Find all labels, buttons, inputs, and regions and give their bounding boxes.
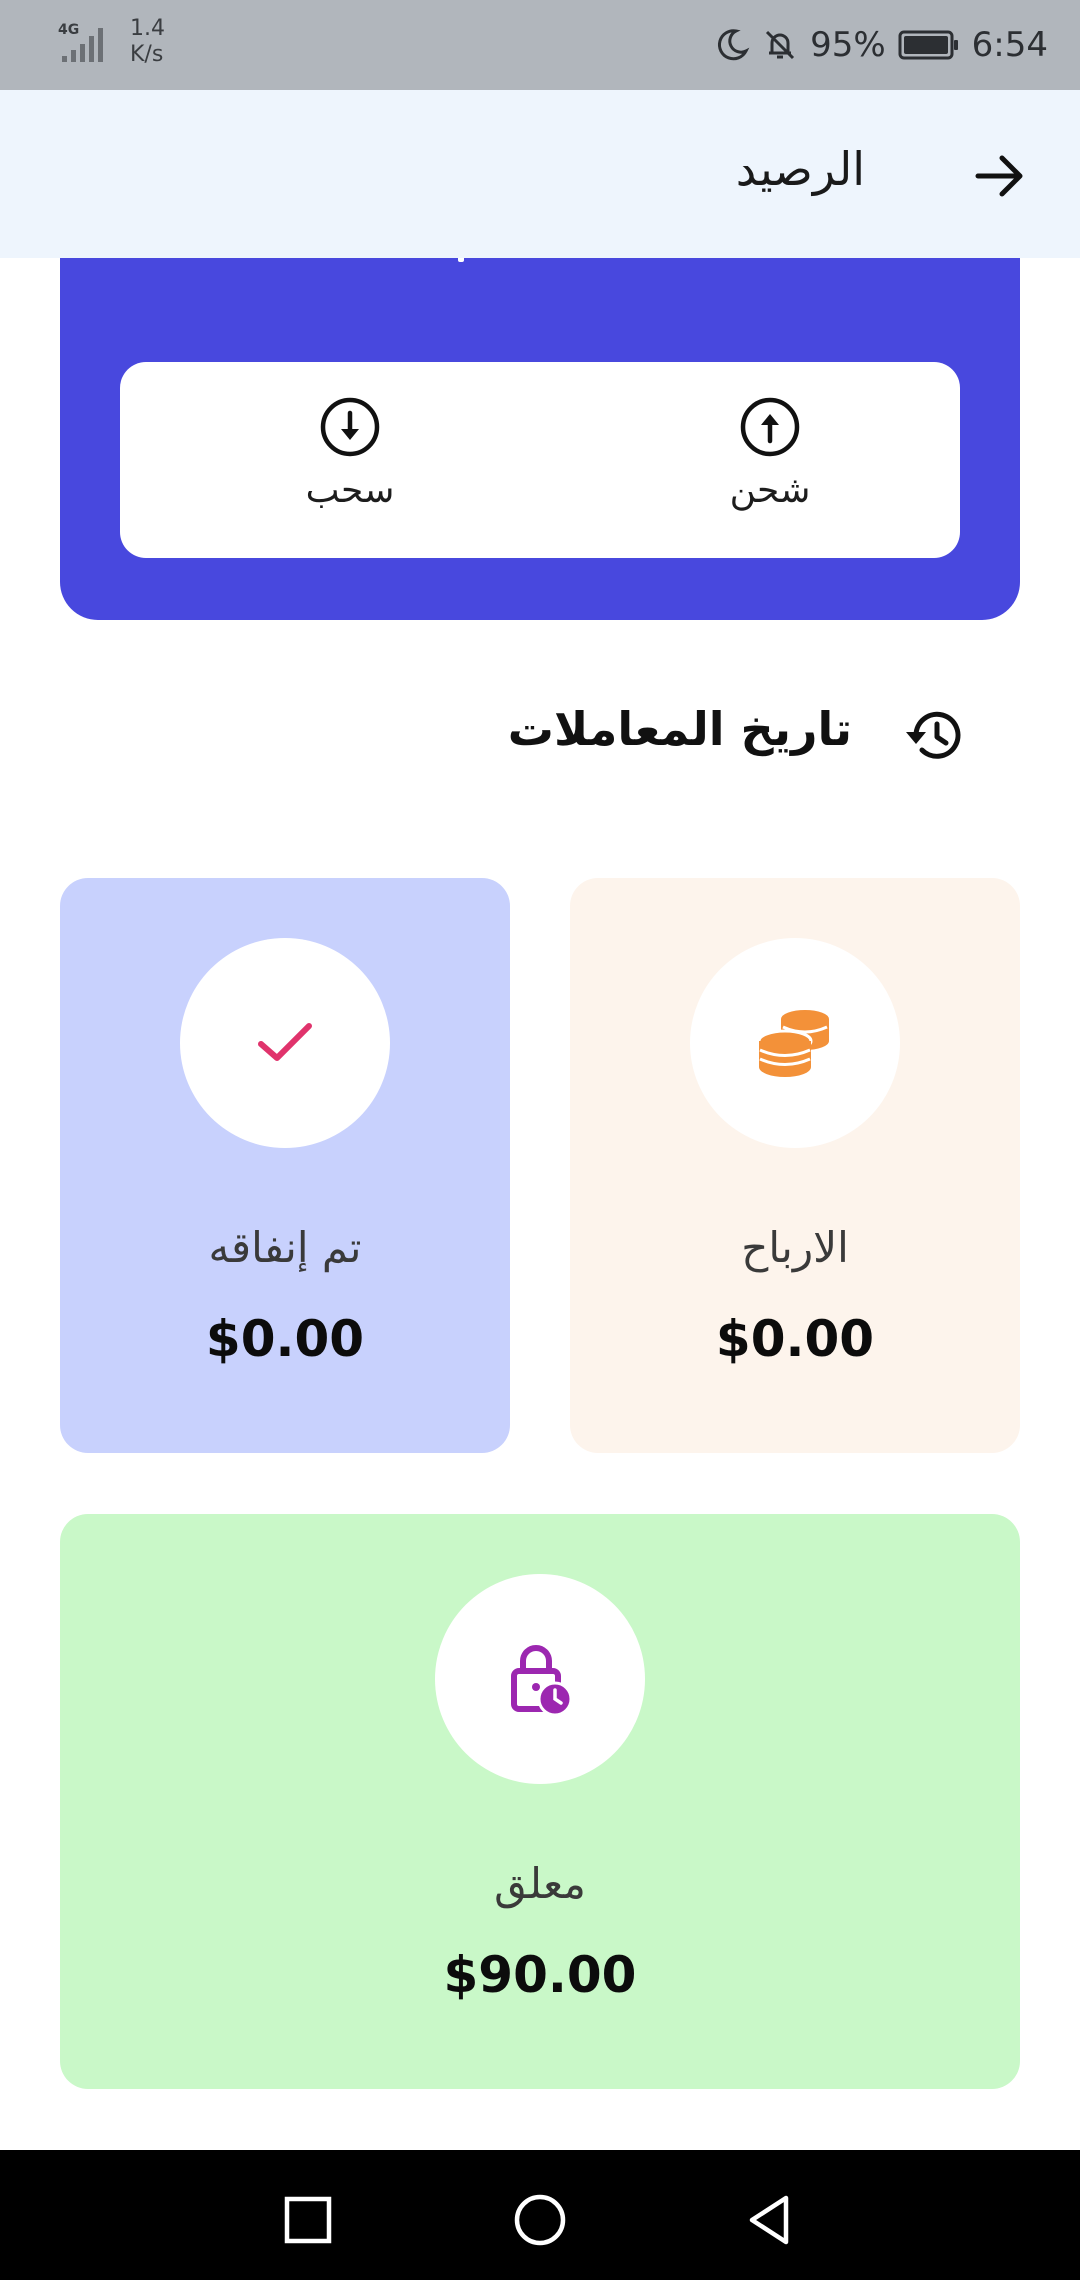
back-triangle-icon[interactable] — [740, 2190, 800, 2250]
earnings-icon-circle — [690, 938, 900, 1148]
earnings-label: الارباح — [741, 1223, 849, 1272]
arrow-up-circle-icon — [740, 397, 800, 457]
system-nav-bar — [0, 2150, 1080, 2280]
status-right: 95% 6:54 — [714, 22, 1048, 68]
earnings-card[interactable]: الارباح $0.00 — [570, 878, 1020, 1453]
page-title: الرصيد — [735, 142, 865, 196]
spent-amount: $0.00 — [205, 1310, 365, 1368]
earnings-amount: $0.00 — [715, 1310, 875, 1368]
locked-amount: $90.00 — [443, 1946, 637, 2004]
moon-icon — [718, 29, 750, 61]
coins-icon — [757, 1010, 829, 1077]
check-icon — [258, 1023, 312, 1061]
balance-actions: سحب شحن — [120, 362, 960, 558]
history-icon[interactable] — [902, 702, 968, 768]
locked-icon-circle — [435, 1574, 645, 1784]
app-bar: الرصيد — [0, 90, 1080, 258]
spent-card[interactable]: تم إنفاقه $0.00 — [60, 878, 510, 1453]
status-bar: 4G 1.4 K/s 95% 6:54 — [0, 0, 1080, 90]
locked-card[interactable]: معلق $90.00 — [60, 1514, 1020, 2089]
battery-percent: 95% — [810, 25, 886, 65]
topup-label: شحن — [729, 470, 811, 511]
home-icon[interactable] — [510, 2190, 570, 2250]
clock: 6:54 — [971, 25, 1048, 65]
balance-card: سحب شحن — [60, 200, 1020, 620]
history-title: تاريخ المعاملات — [507, 702, 852, 756]
network-type: 4G — [58, 22, 80, 38]
topup-button[interactable]: شحن — [670, 396, 870, 511]
arrow-down-circle-icon — [320, 397, 380, 457]
withdraw-button[interactable]: سحب — [250, 396, 450, 511]
battery-icon — [898, 30, 958, 60]
withdraw-label: سحب — [305, 470, 395, 511]
network-speed: 1.4 K/s — [130, 16, 165, 67]
locked-label: معلق — [494, 1859, 586, 1908]
recents-icon[interactable] — [278, 2190, 338, 2250]
lock-clock-icon — [511, 1645, 573, 1717]
mute-bell-icon — [766, 30, 795, 60]
spent-label: تم إنفاقه — [208, 1223, 362, 1272]
arrow-right-icon[interactable] — [972, 148, 1028, 204]
spent-icon-circle — [180, 938, 390, 1148]
